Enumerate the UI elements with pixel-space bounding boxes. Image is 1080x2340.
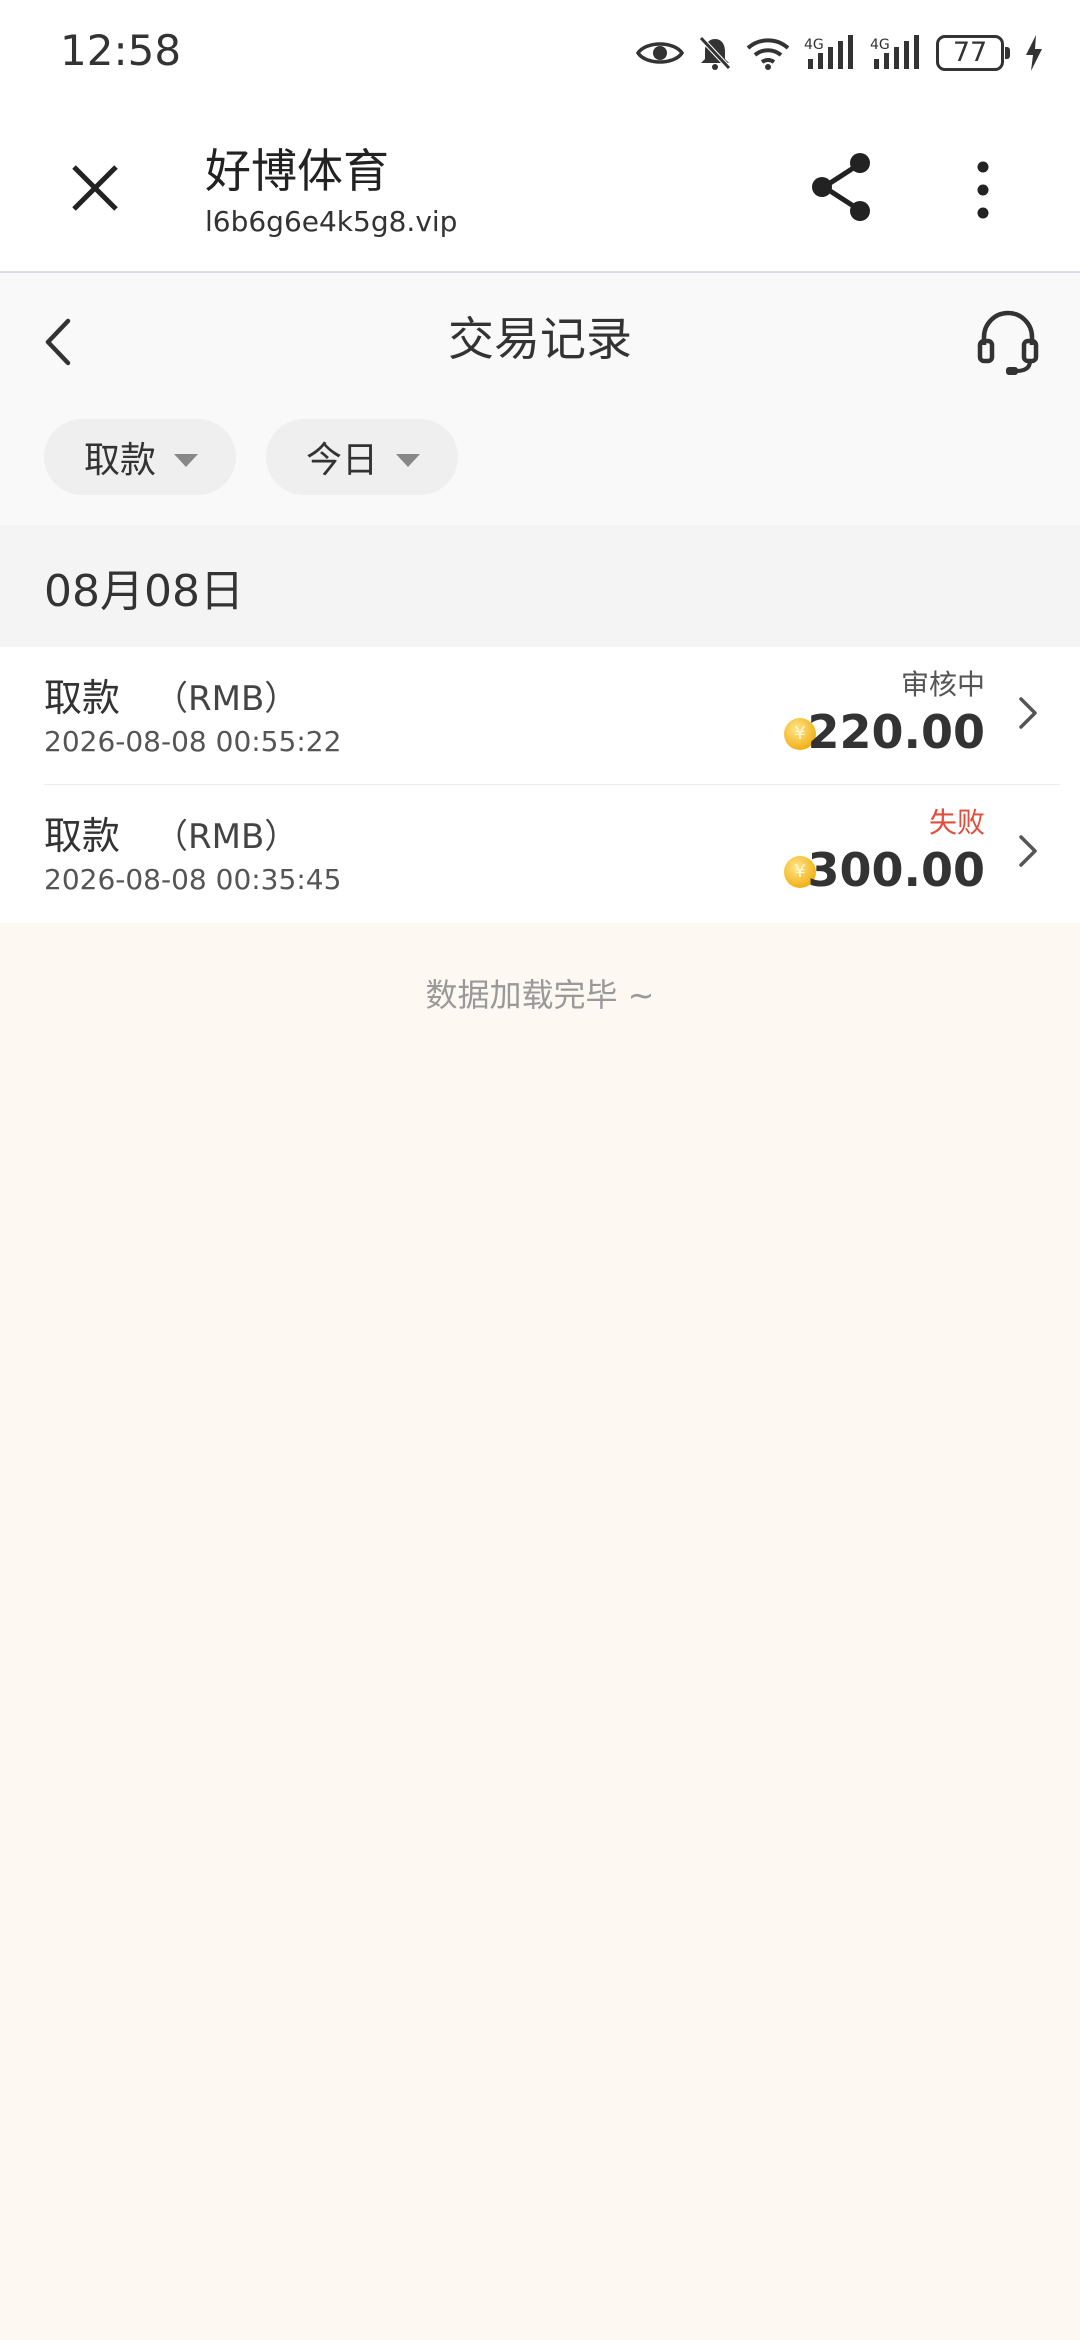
transaction-currency: （RMB）: [154, 679, 299, 719]
chevron-right-icon: [1016, 831, 1040, 871]
transaction-currency: （RMB）: [154, 817, 299, 857]
chevron-right-icon: [1016, 693, 1040, 733]
date-group-header: 08月08日: [0, 525, 1080, 647]
svg-text:4G: 4G: [870, 37, 890, 53]
transaction-type: 取款: [44, 676, 121, 720]
close-button[interactable]: [60, 153, 130, 223]
status-bar: 12:58 4G 4G 77: [0, 0, 1080, 105]
share-button[interactable]: [808, 151, 874, 223]
status-time: 12:58: [60, 26, 182, 75]
transaction-amount: 220.00: [807, 705, 985, 759]
more-button[interactable]: [960, 155, 1006, 225]
svg-text:4G: 4G: [804, 37, 824, 53]
status-icons: 4G 4G 77: [636, 28, 1044, 78]
page-title: 交易记录: [448, 312, 632, 366]
transaction-time: 2026-08-08 00:35:45: [44, 863, 342, 896]
more-vertical-icon: [977, 161, 989, 219]
browser-toolbar: 好博体育 l6b6g6e4k5g8.vip: [0, 105, 1080, 273]
signal-4g-icon: 4G: [870, 35, 922, 71]
transaction-row[interactable]: 取款 （RMB） 2026-08-08 00:55:22 审核中 ¥ 220.0…: [0, 647, 1080, 785]
transaction-row[interactable]: 取款 （RMB） 2026-08-08 00:35:45 失败 ¥ 300.00: [0, 785, 1080, 923]
page-header: 交易记录 取款 今日: [0, 273, 1080, 525]
charging-icon: [1024, 35, 1044, 71]
transaction-status: 审核中: [900, 668, 985, 701]
transaction-type: 取款: [44, 814, 121, 858]
bell-muted-icon: [698, 35, 732, 71]
filter-date-label: 今日: [306, 440, 379, 481]
wifi-icon: [746, 36, 790, 70]
transaction-type-filter[interactable]: 取款: [44, 419, 236, 495]
transaction-status: 失败: [928, 806, 985, 839]
site-url: l6b6g6e4k5g8.vip: [205, 205, 458, 238]
close-icon: [72, 165, 118, 211]
eye-icon: [636, 37, 684, 69]
site-title: 好博体育: [205, 144, 389, 198]
caret-down-icon: [174, 453, 198, 467]
customer-service-button[interactable]: [976, 307, 1040, 377]
share-icon: [812, 153, 870, 221]
headset-icon: [977, 310, 1039, 375]
signal-4g-icon: 4G: [804, 35, 856, 71]
transaction-amount: 300.00: [807, 843, 985, 897]
list-end-text: 数据加载完毕 ~: [425, 976, 655, 1014]
caret-down-icon: [396, 453, 420, 467]
filter-type-label: 取款: [84, 440, 157, 481]
date-group-label: 08月08日: [44, 566, 244, 617]
transaction-time: 2026-08-08 00:55:22: [44, 725, 342, 758]
date-range-filter[interactable]: 今日: [266, 419, 458, 495]
battery-icon: 77: [936, 35, 1010, 71]
